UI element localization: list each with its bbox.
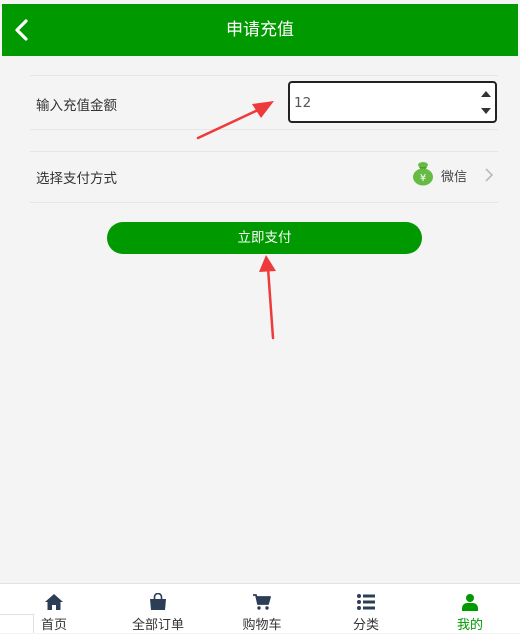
bottom-tab-bar: 首页 全部订单 购物车 分类 我的 bbox=[0, 583, 520, 633]
home-icon bbox=[45, 594, 63, 610]
payment-label: 选择支付方式 bbox=[36, 171, 117, 187]
tab-label: 我的 bbox=[456, 618, 483, 633]
annotation-arrow-to-button bbox=[259, 255, 276, 340]
amount-input[interactable] bbox=[292, 84, 476, 122]
tab-label: 全部订单 bbox=[131, 618, 184, 633]
chevron-right-icon[interactable] bbox=[484, 167, 494, 183]
list-icon bbox=[357, 594, 375, 610]
shopping-bag-icon bbox=[150, 593, 166, 610]
tab-label: 分类 bbox=[352, 618, 379, 633]
divider bbox=[30, 129, 498, 130]
amount-label: 输入充值金额 bbox=[36, 98, 117, 114]
money-bag-glyph: ¥ bbox=[420, 173, 426, 184]
money-bag-icon: ¥ bbox=[413, 162, 433, 186]
spin-up-icon[interactable] bbox=[480, 88, 492, 100]
cart-icon bbox=[253, 594, 271, 610]
page-title: 申请充值 bbox=[226, 20, 294, 40]
annotation-arrow-to-input bbox=[196, 101, 274, 140]
tab-cart[interactable]: 购物车 bbox=[210, 584, 314, 634]
user-icon bbox=[462, 594, 478, 611]
payment-method-value: 微信 bbox=[441, 170, 468, 185]
tab-category[interactable]: 分类 bbox=[314, 584, 418, 634]
divider bbox=[30, 75, 498, 76]
divider bbox=[30, 202, 498, 203]
amount-field[interactable] bbox=[288, 81, 497, 123]
tab-all-orders[interactable]: 全部订单 bbox=[106, 584, 210, 634]
header-bar: 申请充值 bbox=[2, 4, 518, 56]
corner-divider bbox=[0, 614, 34, 633]
pay-now-button[interactable]: 立即支付 bbox=[107, 222, 422, 254]
spin-down-icon[interactable] bbox=[480, 105, 492, 117]
tab-label: 购物车 bbox=[242, 618, 282, 633]
tab-mine[interactable]: 我的 bbox=[418, 584, 520, 634]
